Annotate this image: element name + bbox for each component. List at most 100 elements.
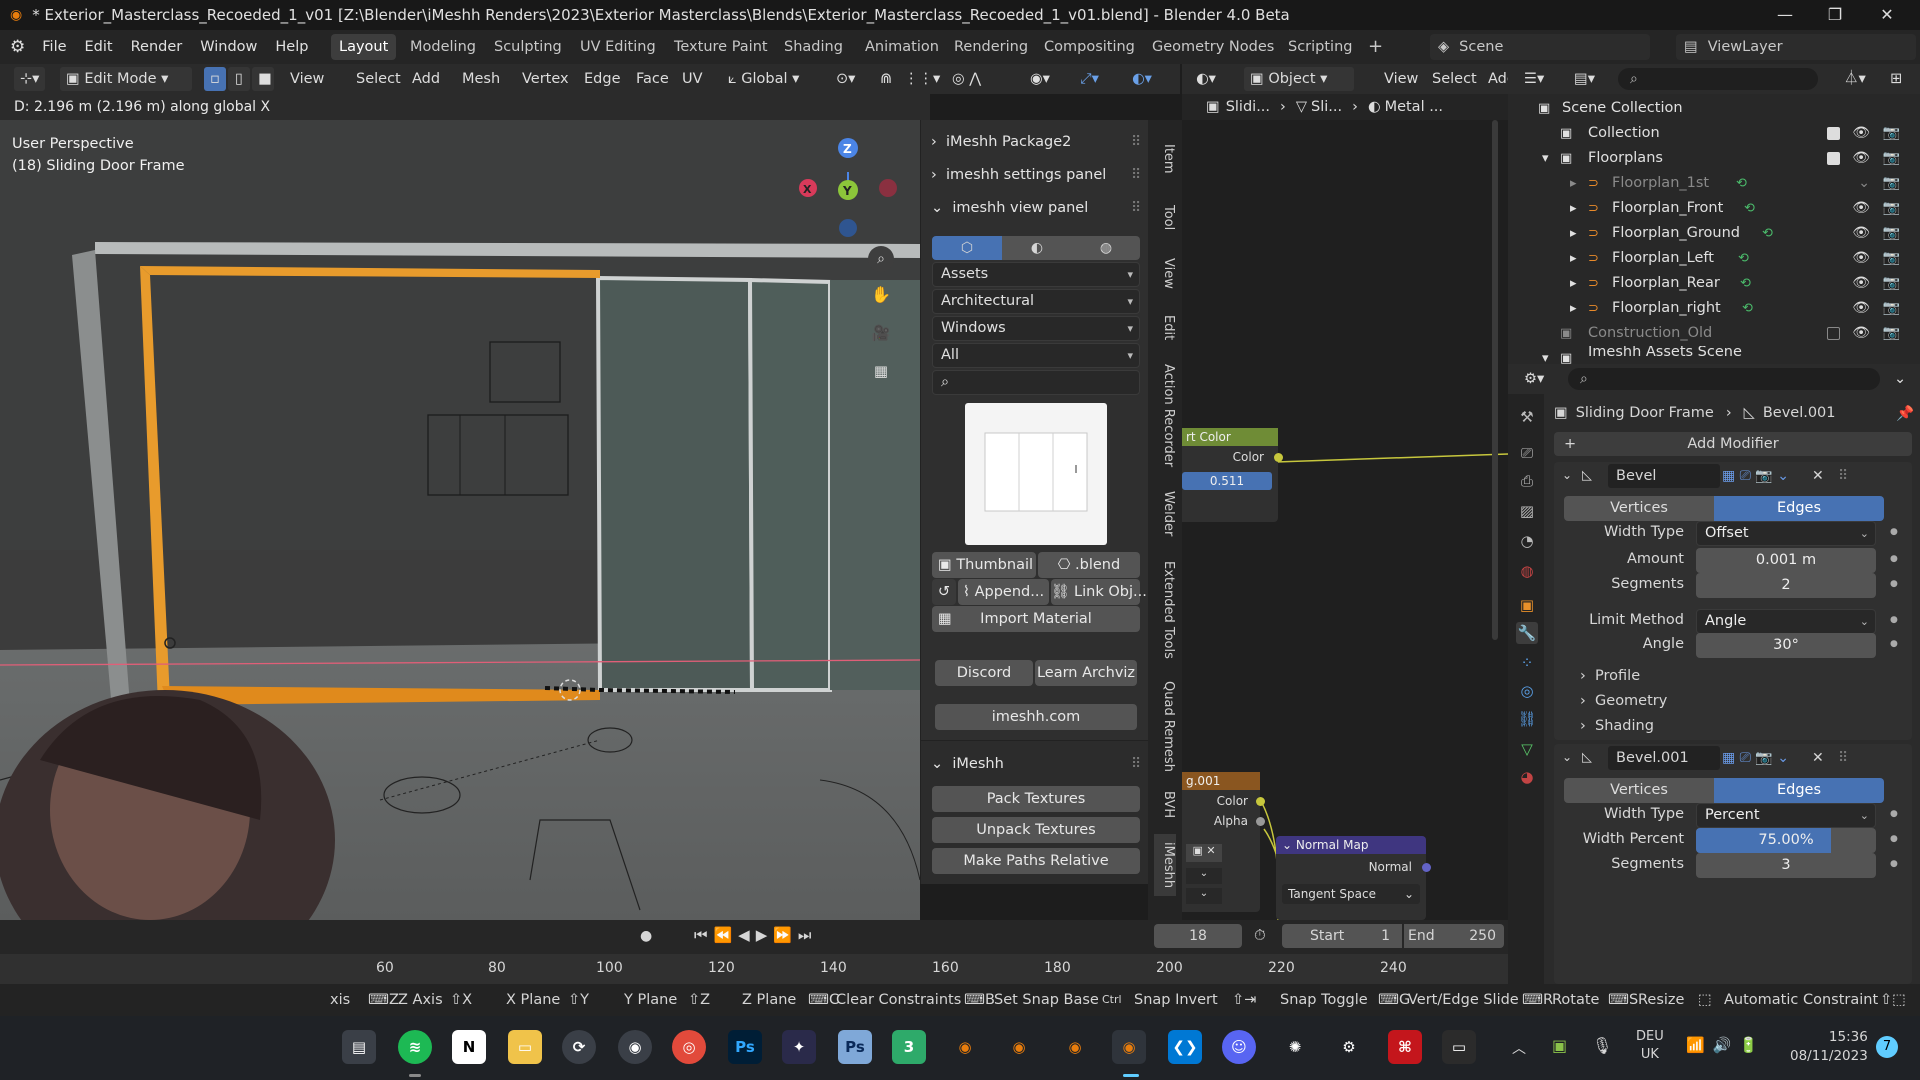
node-menu-select[interactable]: Select — [1426, 67, 1483, 91]
snap-icon[interactable]: ⋒ — [874, 67, 898, 91]
pivot-icon[interactable]: ⊙▾ — [830, 67, 861, 91]
outliner-row-floorplan-1st[interactable]: ▸ ⊃ Floorplan_1st ⟲ ⌄ 📷 — [1508, 171, 1920, 196]
import-material-button[interactable]: ▦ Import Material — [932, 606, 1140, 632]
edge-select-icon[interactable]: ▯ — [228, 67, 250, 91]
pin-icon[interactable]: 📌 — [1896, 405, 1914, 422]
normal-map-node[interactable]: ⌄ Normal Map Normal Tangent Space ⌄ — [1276, 836, 1431, 920]
menu-vertex[interactable]: Vertex — [516, 67, 575, 91]
limit-method-dropdown[interactable]: Angle ⌄ — [1696, 609, 1876, 634]
camera-icon[interactable]: 📷 — [1883, 246, 1900, 271]
material-tab-icon[interactable]: ◐ — [1002, 236, 1072, 260]
tab-compositing[interactable]: Compositing — [1036, 34, 1143, 60]
notification-badge[interactable]: 7 — [1876, 1036, 1898, 1058]
eye-icon[interactable]: 👁 — [1852, 321, 1870, 346]
width-type-dropdown[interactable]: Offset ⌄ — [1696, 521, 1876, 546]
edges-toggle[interactable]: Edges — [1714, 496, 1884, 521]
menu-view[interactable]: View — [284, 67, 330, 91]
assets-dropdown[interactable]: Assets ▾ — [932, 262, 1140, 287]
constraints-tab-icon[interactable]: ⛓ — [1516, 708, 1538, 730]
discord-icon[interactable]: ☺ — [1222, 1030, 1256, 1064]
expand-arrow-icon[interactable]: ▸ — [1570, 246, 1577, 271]
panel-imeshh[interactable]: ⌄ iMeshh — [931, 756, 1004, 772]
tab-welder[interactable]: Welder — [1154, 486, 1176, 542]
tray-app-icon[interactable]: ▣ — [1552, 1036, 1567, 1055]
spotify-icon[interactable]: ≋ — [398, 1030, 432, 1064]
language-indicator[interactable]: DEU UK — [1636, 1028, 1664, 1064]
eye-icon[interactable]: 👁 — [1852, 121, 1870, 146]
terminal-icon[interactable]: ▭ — [1442, 1030, 1476, 1064]
app-manager-icon[interactable]: ▤ — [342, 1030, 376, 1064]
visibility-icon[interactable]: ◉▾ — [1024, 67, 1056, 91]
keyframe-dot-icon[interactable]: ● — [1890, 859, 1898, 869]
node-editor-type-icon[interactable]: ◐▾ — [1190, 67, 1222, 91]
expand-arrow-icon[interactable]: ▾ — [1542, 346, 1549, 364]
clock[interactable]: 15:36 08/11/2023 — [1790, 1028, 1868, 1066]
vertices-toggle[interactable]: Vertices — [1564, 496, 1714, 521]
outliner-row-floorplan-right[interactable]: ▸ ⊃ Floorplan_right ⟲ 👁 📷 — [1508, 296, 1920, 321]
render-tab-icon[interactable]: ⎚ — [1516, 442, 1538, 464]
tool-tab-icon[interactable]: ⚒ — [1516, 406, 1538, 428]
object-tab-icon[interactable]: ▣ — [1516, 594, 1538, 616]
pack-textures-button[interactable]: Pack Textures — [932, 786, 1140, 812]
link-object-button[interactable]: ⛓ Link Obj... — [1051, 579, 1147, 605]
tab-layout[interactable]: Layout — [331, 34, 397, 60]
face-select-icon[interactable]: ■ — [252, 67, 274, 91]
filter-icon[interactable]: ⏃▾ — [1838, 67, 1872, 91]
panel-imeshh-package2[interactable]: › iMeshh Package2 — [931, 134, 1071, 150]
remove-modifier-icon[interactable]: ✕ — [1812, 746, 1824, 770]
panel-imeshh-view[interactable]: ⌄ imeshh view panel — [931, 200, 1088, 216]
tab-texture-paint[interactable]: Texture Paint — [666, 34, 776, 60]
discord-button[interactable]: Discord — [935, 660, 1033, 686]
output-socket[interactable] — [1256, 817, 1265, 826]
current-frame-field[interactable]: 18 — [1154, 924, 1242, 948]
chrome-icon[interactable]: ◎ — [672, 1030, 706, 1064]
blender-taskbar-icon[interactable]: ◉ — [1002, 1030, 1036, 1064]
vertices-toggle[interactable]: Vertices — [1564, 778, 1714, 803]
panel-imeshh-settings[interactable]: › imeshh settings panel — [931, 167, 1106, 183]
camera-icon[interactable]: 📷 — [1883, 146, 1900, 171]
menu-add[interactable]: Add — [406, 67, 446, 91]
eye-icon[interactable]: 👁 — [1852, 271, 1870, 296]
grid-view-icon[interactable]: ▦ — [868, 358, 894, 384]
orientation-selector[interactable]: ⟀ Global ▾ — [722, 67, 805, 91]
camera-icon[interactable]: 📷 — [1883, 196, 1900, 221]
imeshh-website-button[interactable]: imeshh.com — [935, 704, 1137, 730]
menu-face[interactable]: Face — [630, 67, 675, 91]
eye-icon[interactable]: 👁 — [1852, 146, 1870, 171]
camera-icon[interactable]: 📷 — [1883, 296, 1900, 321]
keyframe-dot-icon[interactable]: ● — [1890, 615, 1898, 625]
proportional-edit-icon[interactable]: ◎ ⋀ — [946, 67, 987, 91]
outliner-row-scene-collection[interactable]: ▣ Scene Collection — [1508, 96, 1920, 121]
camera-icon[interactable]: 📷 — [1883, 271, 1900, 296]
menu-help[interactable]: Help — [266, 30, 317, 64]
bevel-001-name-field[interactable]: Bevel.001 — [1608, 746, 1720, 770]
rgb-node[interactable]: rt Color Color 0.511 — [1182, 428, 1283, 522]
outliner-row-floorplans[interactable]: ▾ ▣ Floorplans 👁 📷 — [1508, 146, 1920, 171]
expand-arrow-icon[interactable]: ▸ — [1570, 271, 1577, 296]
tab-extended-tools[interactable]: Extended Tools — [1154, 556, 1176, 664]
chevron-down-icon[interactable]: ⌄ — [1186, 868, 1222, 884]
world-tab-icon[interactable]: ◍ — [1072, 236, 1140, 260]
tab-tool[interactable]: Tool — [1154, 198, 1176, 238]
drag-handle-icon[interactable]: ⠿ — [1838, 746, 1848, 770]
drag-handle-icon[interactable]: ⠿ — [1131, 167, 1141, 183]
obs-icon[interactable]: ◉ — [618, 1030, 652, 1064]
menu-edit[interactable]: Edit — [76, 30, 122, 64]
tangent-space-dropdown[interactable]: Tangent Space ⌄ — [1282, 884, 1420, 904]
unpack-textures-button[interactable]: Unpack Textures — [932, 817, 1140, 843]
width-percent-slider[interactable]: 75.00% — [1696, 828, 1876, 853]
shader-node-editor[interactable]: ▣ Slidi... › ▽ Sli... › ◐ Metal ... rt C… — [1182, 94, 1508, 920]
output-tab-icon[interactable]: ⎙ — [1516, 470, 1538, 492]
tab-item[interactable]: Item — [1154, 140, 1176, 178]
editor-type-icon[interactable]: ⊹▾ — [14, 67, 46, 91]
thumbnail-button[interactable]: ▣ Thumbnail — [932, 552, 1036, 578]
keyframe-dot-icon[interactable]: ● — [1890, 639, 1898, 649]
collapse-arrow-icon[interactable]: ⌄ — [1562, 468, 1572, 482]
geometry-subpanel[interactable]: › Geometry — [1580, 693, 1667, 709]
profile-subpanel[interactable]: › Profile — [1580, 668, 1640, 684]
tab-shading[interactable]: Shading — [776, 34, 851, 60]
vscode-icon[interactable]: ❮❯ — [1168, 1030, 1202, 1064]
tab-quad-remesh[interactable]: Quad Remesh — [1154, 678, 1176, 774]
segments-field[interactable]: 3 — [1696, 853, 1876, 878]
outliner-row-floorplan-ground[interactable]: ▸ ⊃ Floorplan_Ground ⟲ 👁 📷 — [1508, 221, 1920, 246]
